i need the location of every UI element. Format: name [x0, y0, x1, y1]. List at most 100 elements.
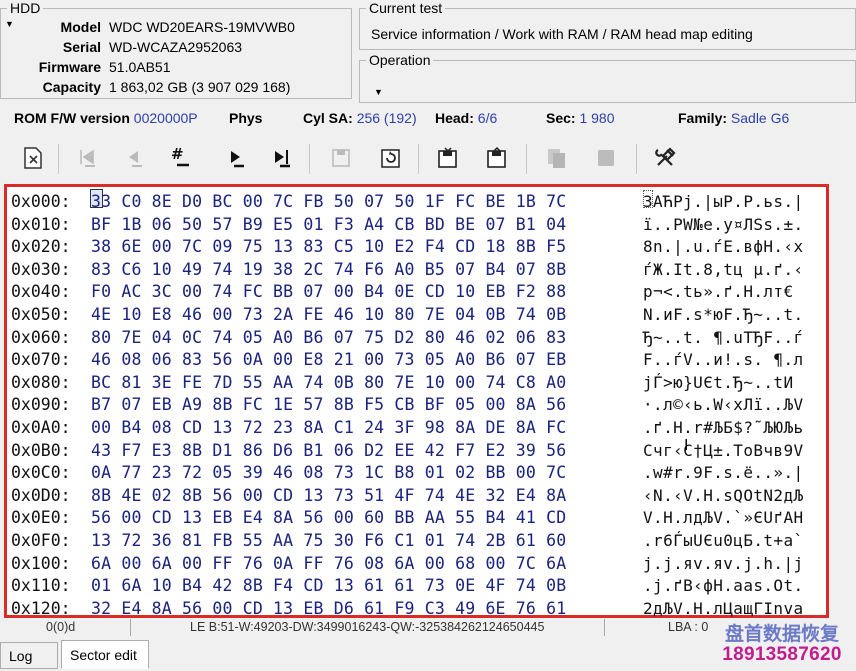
tab-log[interactable]: Log — [0, 642, 58, 669]
hex-bytes[interactable]: 43 F7 E3 8B D1 86 D6 B1 06 D2 EE 42 F7 E… — [91, 439, 566, 462]
toolbar-separator — [526, 144, 527, 174]
hex-bytes[interactable]: 83 C6 10 49 74 19 38 2C 74 F6 A0 B5 07 B… — [91, 258, 566, 281]
stop-icon[interactable] — [589, 142, 623, 174]
hex-bytes[interactable]: BF 1B 06 50 57 B9 E5 01 F3 A4 CB BD BE 0… — [91, 213, 566, 236]
hex-offset: 0x050: — [11, 305, 71, 324]
hdd-firmware-row: Firmware 51.0AB51 — [1, 57, 171, 77]
hex-bytes[interactable]: 01 6A 10 B4 42 8B F4 CD 13 61 61 73 0E 4… — [91, 574, 566, 597]
hex-ascii[interactable]: јЃ>ю}UЄt.Ђ~..tИ — [643, 371, 804, 394]
hex-bytes[interactable]: B7 07 EB A9 8B FC 1E 57 8B F5 CB BF 05 0… — [91, 393, 566, 416]
hex-bytes[interactable]: 80 7E 04 0C 74 05 A0 B6 07 75 D2 80 46 0… — [91, 326, 566, 349]
hex-ascii[interactable]: 8n.|.u.ѓЕ.вфН.‹х — [643, 235, 804, 258]
hex-bytes[interactable]: 33 C0 8E D0 BC 00 7C FB 50 07 50 1F FC B… — [91, 190, 566, 213]
hex-bytes[interactable]: 6A 00 6A 00 FF 76 0A FF 76 08 6A 00 68 0… — [91, 552, 566, 575]
operation-legend: Operation — [366, 52, 434, 68]
status-lba: LBA : 0 — [668, 620, 709, 634]
hex-offset: 0x030: — [11, 259, 71, 279]
hex-ascii[interactable]: ї..PW№e.у¤ЛЅs.±. — [643, 213, 804, 236]
toolbar-separator — [58, 144, 59, 174]
hex-ascii[interactable]: .j.ґB‹фН.aas.Ot. — [643, 574, 804, 597]
drive-info-bar: ROM F/W version 0020000P Phys Cyl SA: 25… — [0, 107, 856, 131]
hex-offset: 0x070: — [11, 350, 71, 370]
hex-offset: 0x060: — [11, 327, 71, 347]
cylsa-value: 256 (192) — [356, 110, 417, 126]
hex-ascii[interactable]: ѓЖ.It.8,tц µ.ґ.‹ — [643, 258, 804, 281]
goto-sector-icon[interactable]: # — [163, 142, 197, 174]
hex-offset: 0x100: — [11, 553, 71, 573]
hex-offset: 0x000: — [11, 192, 71, 211]
go-first-icon[interactable] — [70, 142, 104, 174]
serial-label: Serial — [62, 39, 101, 55]
document-open-icon[interactable] — [16, 142, 50, 174]
hdd-capacity-row: Capacity 1 863,02 GB (3 907 029 168) — [1, 77, 291, 97]
text-cursor-icon: I — [684, 437, 689, 454]
hex-bytes[interactable]: 56 00 CD 13 EB E4 8A 56 00 60 BB AA 55 B… — [91, 506, 566, 529]
hex-ascii[interactable]: Cчг‹С†Ц±.ТоBчв9V — [643, 439, 804, 462]
firmware-value: 51.0AB51 — [109, 59, 171, 75]
hex-bytes[interactable]: 0A 77 23 72 05 39 46 08 73 1C B8 01 02 B… — [91, 461, 566, 484]
current-test-panel: Current test Service information / Work … — [359, 0, 856, 50]
hex-offset: 0x040: — [11, 282, 71, 302]
hdd-legend: HDD — [7, 0, 44, 16]
rom-version: ROM F/W version 0020000P — [14, 110, 198, 126]
head: Head: 6/6 — [435, 110, 497, 126]
hex-bytes[interactable]: 4E 10 E8 46 00 73 2A FE 46 10 80 7E 04 0… — [91, 303, 566, 326]
hex-ascii[interactable]: .r6ЃыUЄu0цБ.t+a` — [643, 529, 804, 552]
hex-bytes[interactable]: 38 6E 00 7C 09 75 13 83 C5 10 E2 F4 CD 1… — [91, 235, 566, 258]
tools-icon[interactable] — [648, 142, 682, 174]
go-next-icon[interactable] — [219, 142, 253, 174]
hdd-model-row: Model WDC WD20EARS-19MVWB0 — [1, 17, 295, 37]
status-divider — [130, 619, 131, 636]
hex-ascii[interactable]: N.иF.s*юF.Ђ~..t. — [643, 303, 804, 326]
head-label: Head: — [435, 110, 474, 126]
hex-bytes[interactable]: 32 E4 8A 56 00 CD 13 EB D6 61 F9 C3 49 6… — [91, 597, 566, 620]
status-divider — [604, 619, 605, 636]
hex-ascii[interactable]: F..ѓV..и!.s. ¶.л — [643, 348, 804, 371]
hex-ascii[interactable]: 2дЉV.Н.лЦaщГInva — [643, 597, 804, 620]
sec-value: 1 980 — [579, 110, 615, 126]
hex-ascii[interactable]: .ґ.Н.r#ЉБ$?˜ЉЮЉь — [643, 416, 804, 439]
go-previous-icon[interactable] — [117, 142, 151, 174]
toolbar: # — [0, 136, 856, 181]
tab-sector-edit[interactable]: Sector edit — [61, 640, 149, 669]
hex-offset: 0x080: — [11, 372, 71, 392]
hex-ascii[interactable]: .w#r.9F.s.ё..».| — [643, 461, 804, 484]
head-value: 6/6 — [477, 110, 498, 126]
hex-bytes[interactable]: 46 08 06 83 56 0A 00 E8 21 00 73 05 A0 B… — [91, 348, 566, 371]
family-label: Family: — [678, 110, 728, 126]
toolbar-separator — [418, 144, 419, 174]
hex-ascii[interactable]: р¬<.tь».ґ.Н.лт€ — [643, 280, 794, 303]
refresh-icon[interactable] — [374, 142, 408, 174]
hex-ascii[interactable]: 3АЋPj.|ыP.P.ьs.| — [643, 190, 804, 213]
vertical-scrollbar[interactable] — [836, 184, 856, 618]
hex-editor[interactable]: 0x000: 33 C0 8E D0 BC 00 7C FB 50 07 50 1… — [4, 184, 829, 618]
sec: Sec: 1 980 — [546, 110, 615, 126]
hex-ascii[interactable]: ‹N.‹V.Н.sQOtN2дЉ — [643, 484, 804, 507]
hex-ascii[interactable]: j.j.яv.яv.j.h.|j — [643, 552, 804, 575]
toolbar-separator — [636, 144, 637, 174]
svg-text:#: # — [171, 145, 184, 163]
sec-label: Sec: — [546, 110, 576, 126]
hex-bytes[interactable]: 8B 4E 02 8B 56 00 CD 13 73 51 4F 74 4E 3… — [91, 484, 566, 507]
family-value: Sadle G6 — [730, 110, 790, 126]
go-last-icon[interactable] — [265, 142, 299, 174]
hex-ascii[interactable]: ·.л©‹ь.W‹хЛї..ЉV — [643, 393, 804, 416]
cyl-sa: Cyl SA: 256 (192) — [303, 110, 417, 126]
hex-bytes[interactable]: F0 AC 3C 00 74 FC BB 07 00 B4 0E CD 10 E… — [91, 280, 566, 303]
hdd-info-panel: HDD ▼ Model WDC WD20EARS-19MVWB0 Serial … — [0, 0, 352, 99]
hdd-serial-row: Serial WD-WCAZA2952063 — [1, 37, 242, 57]
hex-offset: 0x0B0: — [11, 440, 71, 460]
hex-offset: 0x0D0: — [11, 485, 71, 505]
hex-bytes[interactable]: 00 B4 08 CD 13 72 23 8A C1 24 3F 98 8A D… — [91, 416, 566, 439]
operation-dropdown-arrow-icon[interactable]: ▼ — [374, 87, 383, 97]
hex-ascii[interactable]: V.Н.лдЉV.`»ЄUґAН — [643, 506, 804, 529]
copy-icon[interactable] — [540, 142, 574, 174]
hex-offset: 0x120: — [11, 598, 71, 618]
capacity-label: Capacity — [42, 79, 101, 95]
hex-ascii[interactable]: Ђ~..t. ¶.uТЂF..ѓ — [643, 326, 804, 349]
hex-bytes[interactable]: BC 81 3E FE 7D 55 AA 74 0B 80 7E 10 00 7… — [91, 371, 566, 394]
hex-bytes[interactable]: 13 72 36 81 FB 55 AA 75 30 F6 C1 01 74 2… — [91, 529, 566, 552]
save-icon[interactable] — [324, 142, 358, 174]
save-all-icon[interactable] — [480, 142, 514, 174]
save-as-icon[interactable] — [431, 142, 465, 174]
